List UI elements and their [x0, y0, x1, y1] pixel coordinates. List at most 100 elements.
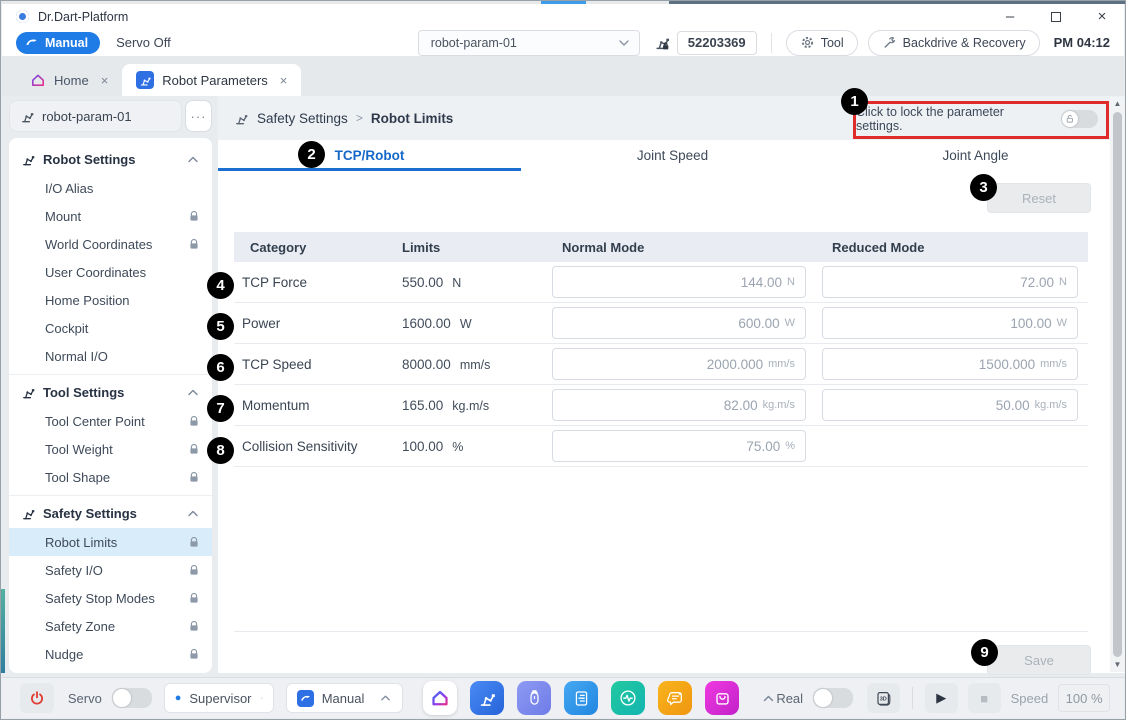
reset-button[interactable]: Reset	[987, 183, 1091, 213]
annotation-badge-5: 5	[207, 313, 234, 340]
save-button[interactable]: Save	[987, 645, 1091, 675]
section-robot-settings[interactable]: Robot Settings	[9, 144, 212, 174]
robot-icon	[21, 506, 36, 521]
normal-mode-input[interactable]: 600.00W	[552, 307, 806, 339]
vertical-scrollbar[interactable]: ▲ ▼	[1110, 97, 1125, 672]
dock-jog-remote-icon[interactable]	[517, 681, 551, 715]
sidebar-item-cockpit[interactable]: Cockpit	[9, 314, 212, 342]
reduced-mode-input[interactable]: 50.00kg.m/s	[822, 389, 1078, 421]
scroll-up-icon[interactable]: ▲	[1114, 97, 1122, 111]
sidebar-item-nudge[interactable]: Nudge	[9, 640, 212, 668]
lock-icon	[188, 238, 200, 250]
section-safety-settings[interactable]: Safety Settings	[9, 498, 212, 528]
tab-joint-speed[interactable]: Joint Speed	[521, 140, 824, 171]
sidebar-more-button[interactable]: ···	[185, 100, 212, 132]
dock-log-message-icon[interactable]	[658, 681, 692, 715]
sidebar-item-world-coordinates[interactable]: World Coordinates	[9, 230, 212, 258]
gear-icon	[800, 35, 815, 50]
tab-close-icon[interactable]: ×	[280, 73, 288, 88]
dock-robot-parameters-icon[interactable]	[470, 681, 504, 715]
annotation-badge-7: 7	[207, 395, 234, 422]
home-icon	[30, 72, 46, 88]
sidebar-item-tool-center-point[interactable]: Tool Center Point	[9, 407, 212, 435]
annotation-badge-6: 6	[207, 354, 234, 381]
tab-robot-parameters[interactable]: Robot Parameters ×	[122, 64, 301, 96]
lock-icon	[188, 471, 200, 483]
scrollbar-thumb[interactable]	[1113, 112, 1122, 657]
table-row-collision-sensitivity: Collision Sensitivity 100.00% 75.00%	[234, 426, 1088, 467]
manual-mode-icon	[297, 690, 314, 707]
tab-close-icon[interactable]: ×	[101, 73, 109, 88]
robot-icon	[234, 111, 249, 126]
stop-button[interactable]: ■	[968, 683, 1001, 713]
normal-mode-input[interactable]: 144.00N	[552, 266, 806, 298]
serial-number: 52203369	[677, 31, 757, 55]
sidebar-item-tool-weight[interactable]: Tool Weight	[9, 435, 212, 463]
sidebar-item-user-coordinates[interactable]: User Coordinates	[9, 258, 212, 286]
tool-button[interactable]: Tool	[786, 30, 858, 56]
sidebar-item-io-alias[interactable]: I/O Alias	[9, 174, 212, 202]
reduced-mode-input[interactable]: 1500.000mm/s	[822, 348, 1078, 380]
table-header: Category Limits Normal Mode Reduced Mode	[234, 232, 1088, 262]
tab-tcp-robot[interactable]: TCP/Robot	[218, 140, 521, 171]
sidebar-item-home-position[interactable]: Home Position	[9, 286, 212, 314]
section-tool-settings[interactable]: Tool Settings	[9, 377, 212, 407]
servo-status-label: Servo Off	[116, 35, 171, 50]
normal-mode-input[interactable]: 75.00%	[552, 430, 806, 462]
lock-icon	[188, 443, 200, 455]
scroll-down-icon[interactable]: ▼	[1114, 658, 1122, 672]
lock-toggle[interactable]	[1061, 110, 1098, 128]
table-row-tcp-force: TCP Force 550.00N 144.00N 72.00N	[234, 262, 1088, 303]
tab-joint-angle[interactable]: Joint Angle	[824, 140, 1126, 171]
sidebar-item-tool-shape[interactable]: Tool Shape	[9, 463, 212, 491]
dock-collapse-icon[interactable]	[761, 692, 776, 705]
normal-mode-input[interactable]: 2000.000mm/s	[552, 348, 806, 380]
speed-value[interactable]: 100 %	[1058, 684, 1110, 712]
lock-icon	[188, 620, 200, 632]
sidebar-item-safety-zone[interactable]: Safety Zone	[9, 612, 212, 640]
title-bar: Dr.Dart-Platform – ×	[2, 4, 1124, 29]
lock-banner-text: Click to lock the parameter settings.	[856, 105, 1051, 133]
role-select[interactable]: ● Supervisor	[164, 683, 274, 713]
power-button[interactable]	[20, 683, 54, 713]
parameter-tabs: TCP/Robot Joint Speed Joint Angle	[218, 140, 1126, 171]
document-tab-strip: Home × Robot Parameters ×	[2, 56, 1124, 96]
servo-toggle[interactable]	[112, 688, 152, 708]
sidebar-param-name: robot-param-01	[9, 100, 182, 132]
dock-home-icon[interactable]	[423, 681, 457, 715]
dock-task-writer-icon[interactable]	[564, 681, 598, 715]
minimize-button[interactable]: –	[1002, 9, 1018, 25]
app-icon	[16, 10, 29, 23]
backdrive-recovery-button[interactable]: Backdrive & Recovery	[868, 30, 1040, 56]
maximize-button[interactable]	[1051, 12, 1061, 22]
normal-mode-input[interactable]: 82.00kg.m/s	[552, 389, 806, 421]
reduced-mode-input[interactable]: 100.00W	[822, 307, 1078, 339]
breadcrumb-section: Safety Settings	[257, 111, 348, 126]
sidebar-item-normal-io[interactable]: Normal I/O	[9, 342, 212, 370]
param-file-select[interactable]: robot-param-01	[418, 30, 640, 56]
sidebar-item-robot-limits[interactable]: Robot Limits	[9, 528, 212, 556]
lock-parameter-banner: Click to lock the parameter settings.	[856, 104, 1104, 133]
chevron-up-icon	[186, 153, 200, 166]
close-button[interactable]: ×	[1094, 9, 1110, 25]
app-dock	[423, 681, 739, 715]
table-row-momentum: Momentum 165.00kg.m/s 82.00kg.m/s 50.00k…	[234, 385, 1088, 426]
stop-icon: ■	[980, 691, 988, 706]
clock: PM 04:12	[1054, 35, 1110, 50]
tcp-robot-content: Reset Category Limits Normal Mode Reduce…	[218, 171, 1126, 673]
sidebar-item-safety-stop-modes[interactable]: Safety Stop Modes	[9, 584, 212, 612]
dock-store-icon[interactable]	[705, 681, 739, 715]
play-button[interactable]: ▶	[925, 683, 958, 713]
lock-icon	[188, 536, 200, 548]
tab-home[interactable]: Home ×	[16, 64, 122, 96]
robot-icon	[20, 109, 35, 124]
dock-monitoring-icon[interactable]	[611, 681, 645, 715]
real-mode-toggle[interactable]	[813, 688, 853, 708]
simulation-3d-button[interactable]: 3D	[867, 683, 900, 713]
chevron-up-icon	[186, 507, 200, 520]
sidebar-item-mount[interactable]: Mount	[9, 202, 212, 230]
manual-mode-button[interactable]: Manual	[16, 32, 100, 54]
reduced-mode-input[interactable]: 72.00N	[822, 266, 1078, 298]
sidebar-item-safety-io[interactable]: Safety I/O	[9, 556, 212, 584]
operation-mode-select[interactable]: Manual	[286, 683, 404, 713]
